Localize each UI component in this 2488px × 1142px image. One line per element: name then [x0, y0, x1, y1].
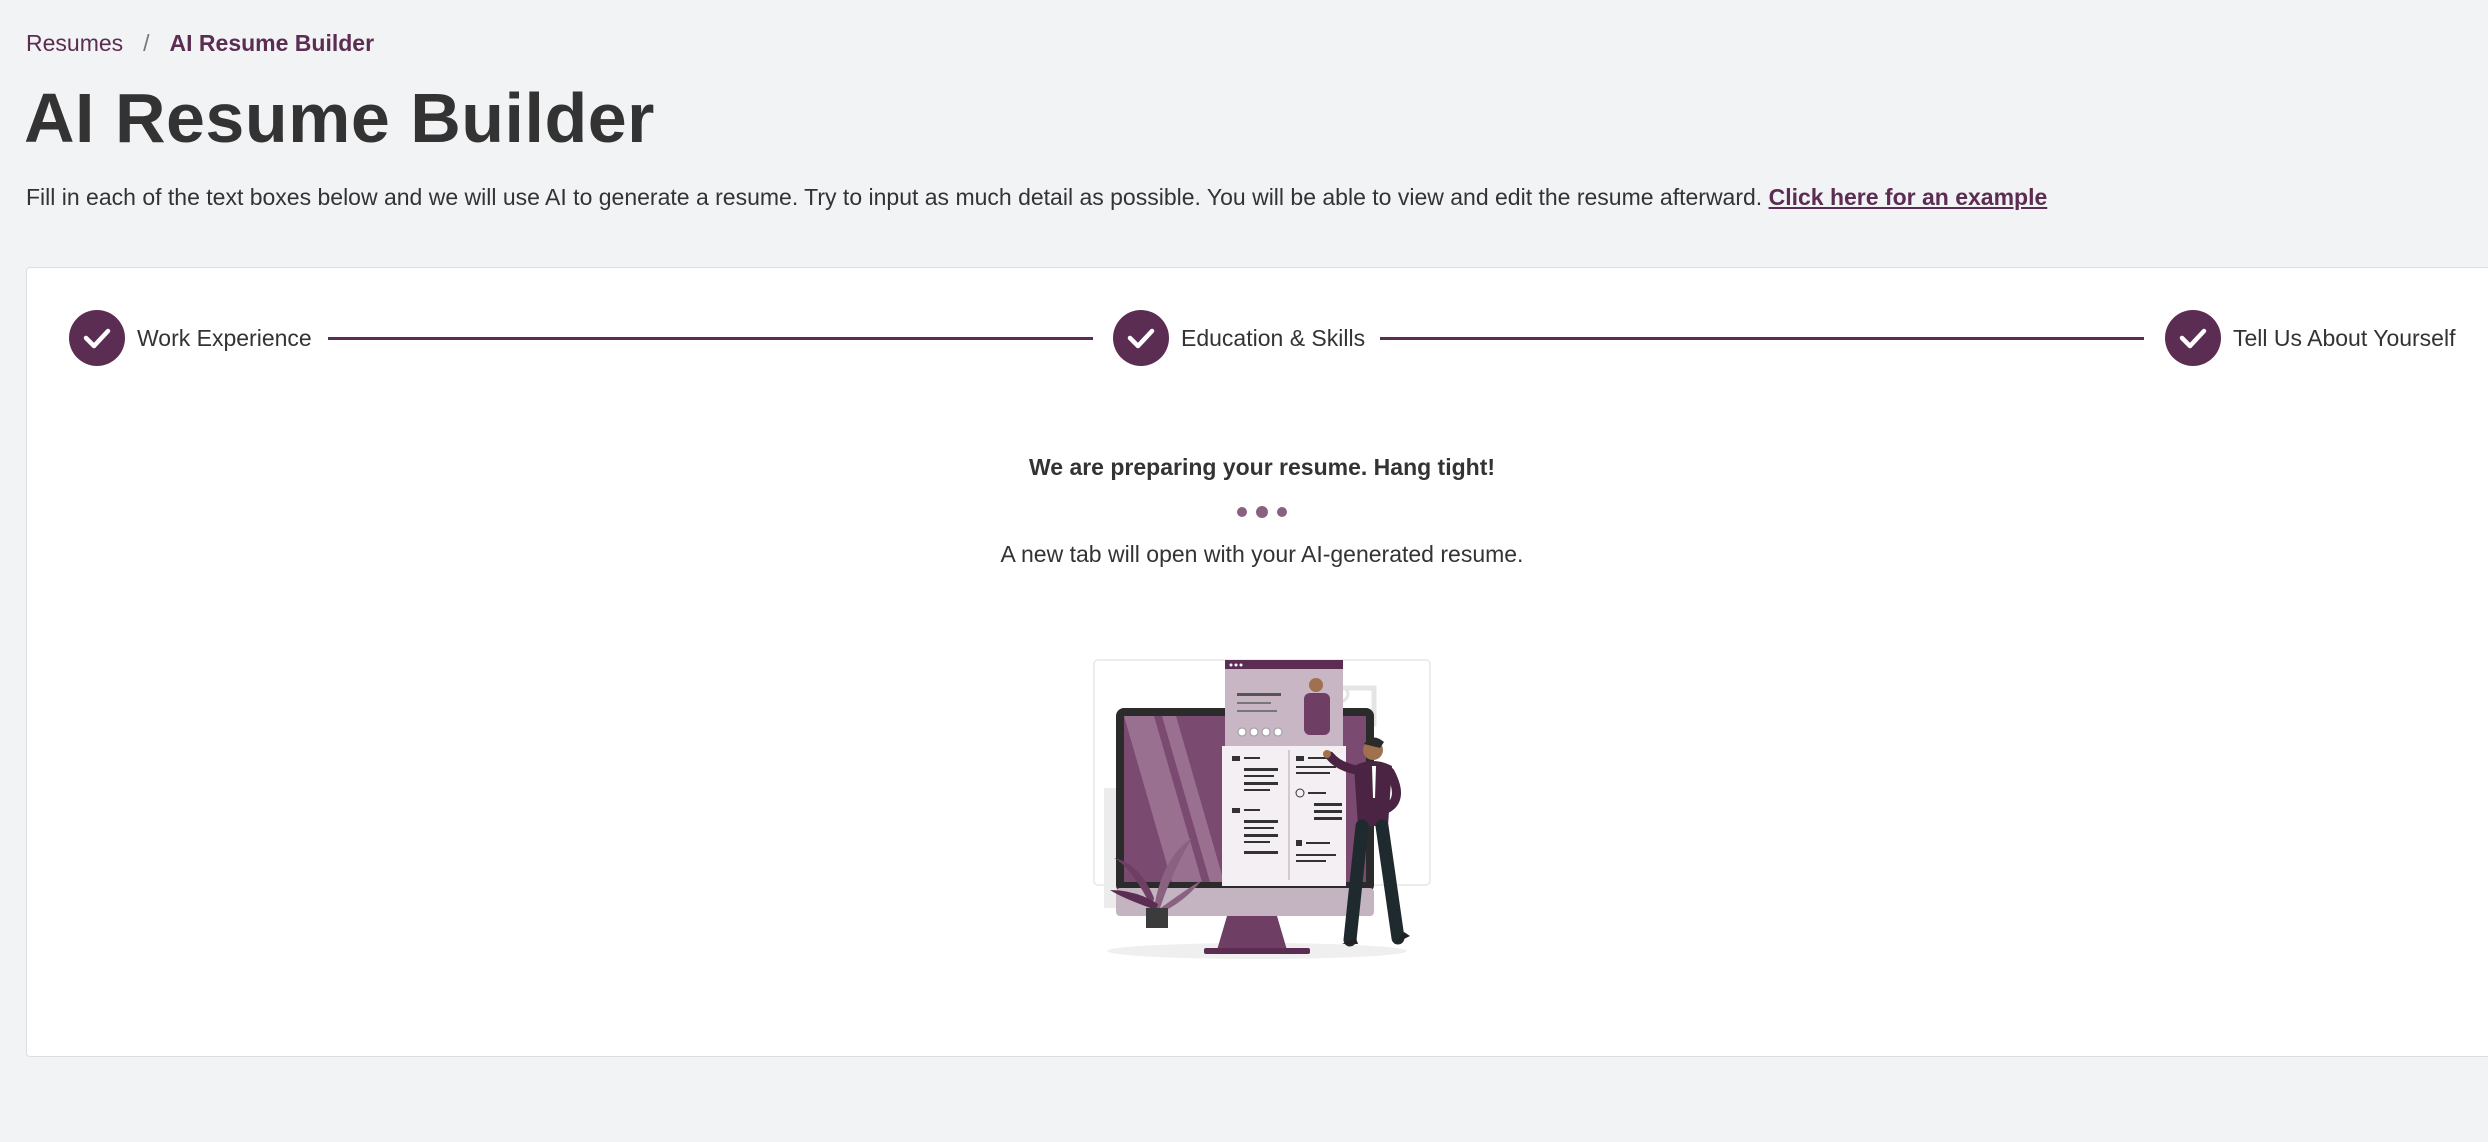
intro-text: Fill in each of the text boxes below and… [26, 184, 2047, 211]
loading-dot [1237, 507, 1247, 517]
builder-card: Work Experience Education & Skills Tell … [26, 267, 2488, 1057]
page-title: AI Resume Builder [24, 79, 655, 157]
step-label: Education & Skills [1181, 324, 1366, 351]
example-link[interactable]: Click here for an example [1769, 184, 2048, 210]
step-label: Work Experience [137, 324, 312, 351]
loading-dots [27, 506, 2488, 518]
loading-subtitle: A new tab will open with your AI-generat… [1000, 541, 1524, 567]
loading-dot [1277, 507, 1287, 517]
breadcrumb: Resumes / AI Resume Builder [26, 30, 374, 57]
step-label: Tell Us About Yourself [2233, 324, 2456, 351]
step-connector [1380, 337, 2144, 340]
breadcrumb-resumes-link[interactable]: Resumes [26, 30, 123, 57]
loading-dot [1256, 506, 1268, 518]
step-work-experience[interactable]: Work Experience [69, 310, 312, 366]
intro-description: Fill in each of the text boxes below and… [26, 184, 1763, 210]
loading-title: We are preparing your resume. Hang tight… [1028, 454, 1496, 480]
step-education-skills[interactable]: Education & Skills [1113, 310, 1365, 366]
check-icon [2165, 310, 2221, 366]
breadcrumb-current: AI Resume Builder [169, 30, 375, 56]
step-tell-us-about-yourself[interactable]: Tell Us About Yourself [2165, 310, 2455, 366]
step-connector [328, 337, 1093, 340]
resume-illustration [1092, 658, 1437, 973]
breadcrumb-separator: / [143, 30, 150, 56]
check-icon [69, 310, 125, 366]
check-icon [1113, 310, 1169, 366]
